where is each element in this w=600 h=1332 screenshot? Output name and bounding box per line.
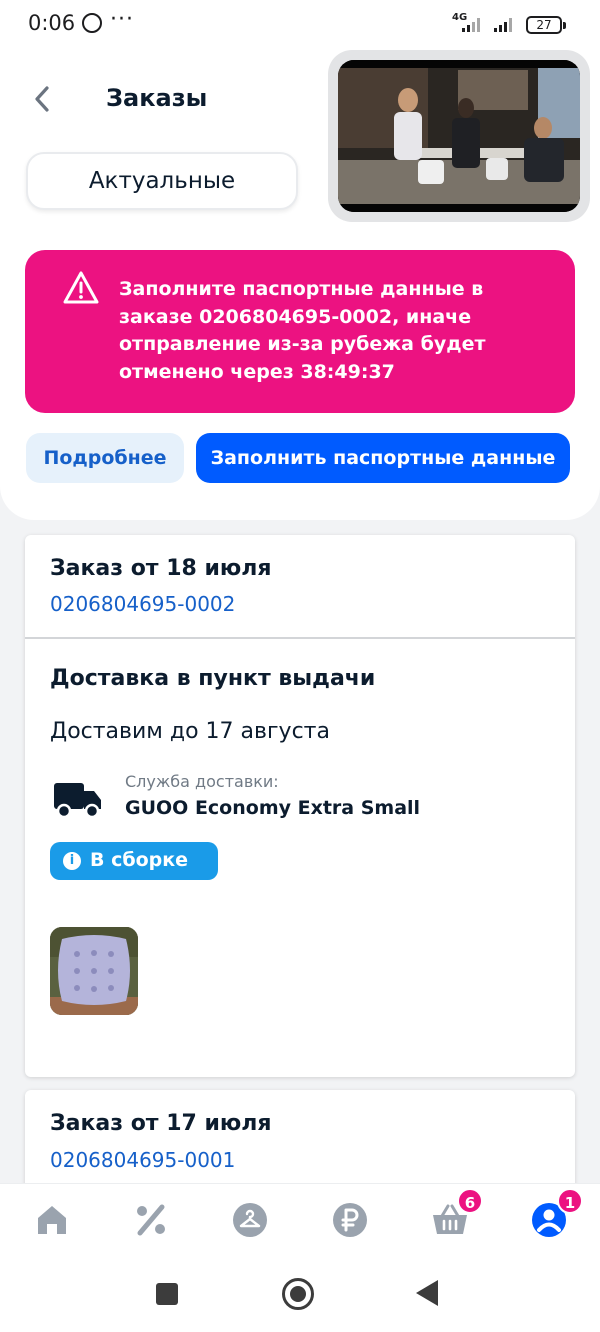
order-number-2[interactable]: 0206804695-0001: [50, 1148, 235, 1172]
info-icon: i: [63, 852, 81, 870]
status-bar: 0:06 ··· 4G 27: [0, 0, 600, 52]
hanger-icon: [233, 1203, 267, 1237]
bottom-nav: [0, 1183, 600, 1258]
more-notifications-icon: ···: [110, 7, 134, 32]
alert-message: Заполните паспортные данные в заказе 020…: [119, 278, 486, 383]
delivery-service-name: GUOO Economy Extra Small: [125, 797, 421, 819]
nav-catalog[interactable]: [230, 1200, 270, 1240]
order-title-2: Заказ от 17 июля: [50, 1111, 272, 1136]
delivery-type: Доставка в пункт выдачи: [50, 666, 376, 691]
nav-home[interactable]: [32, 1200, 72, 1240]
divider: [25, 637, 575, 639]
pip-video[interactable]: [338, 60, 580, 212]
order-number[interactable]: 0206804695-0002: [50, 592, 235, 616]
whatsapp-icon: [82, 13, 102, 33]
fill-passport-button[interactable]: Заполнить паспортные данные: [196, 433, 570, 483]
nav-discounts[interactable]: [131, 1200, 171, 1240]
chevron-right-icon: ›: [244, 849, 252, 871]
warning-icon: [62, 270, 100, 306]
video-frame-image: [338, 60, 580, 212]
delivery-date: Доставим до 17 августа: [50, 719, 330, 744]
recent-apps-icon[interactable]: [156, 1283, 178, 1305]
product-thumbnail[interactable]: [50, 927, 138, 1015]
truck-icon: [53, 780, 103, 820]
battery-icon: 27: [526, 16, 566, 34]
tab-actual[interactable]: Актуальные: [26, 152, 298, 210]
cart-badge: 6: [457, 1188, 483, 1214]
chevron-left-icon: [35, 86, 49, 112]
more-details-button[interactable]: Подробнее: [26, 433, 184, 483]
status-label: В сборке: [90, 849, 189, 871]
back-button[interactable]: [28, 84, 58, 114]
home-icon: [38, 1206, 66, 1234]
signal-icon-2: [494, 16, 512, 32]
home-button-icon[interactable]: [282, 1278, 314, 1310]
back-triangle-icon[interactable]: [416, 1280, 438, 1306]
signal-icon: [462, 16, 480, 32]
delivery-service-label: Служба доставки:: [125, 772, 279, 791]
status-time: 0:06: [28, 11, 76, 35]
seat-cushion-photo: [50, 927, 138, 1015]
ruble-icon: [333, 1203, 367, 1237]
percent-icon: [137, 1204, 165, 1236]
order-title: Заказ от 18 июля: [50, 556, 272, 581]
status-badge[interactable]: i В сборке ›: [50, 842, 252, 880]
page-title: Заказы: [106, 84, 208, 112]
profile-badge: 1: [557, 1188, 583, 1214]
nav-finance[interactable]: [330, 1200, 370, 1240]
